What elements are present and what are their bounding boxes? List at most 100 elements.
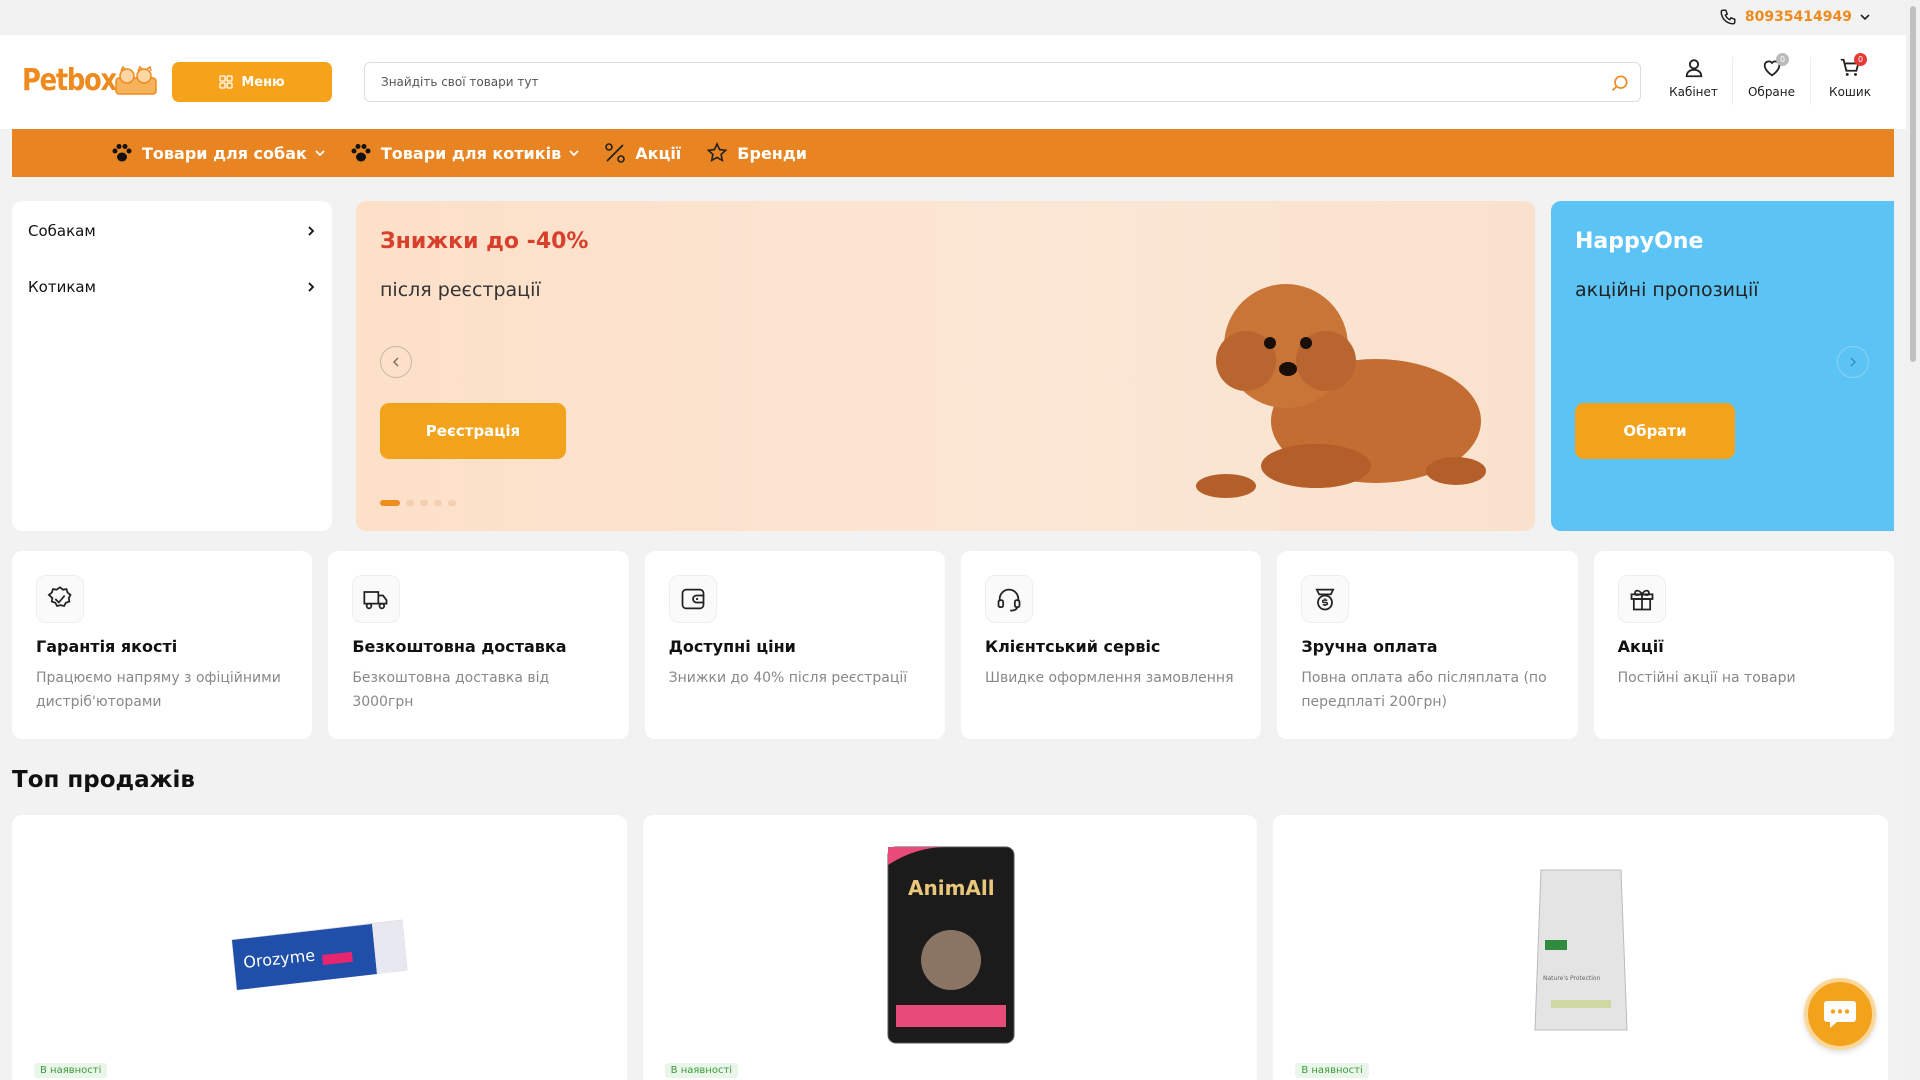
product-image[interactable]: Orozyme <box>222 910 412 1000</box>
nav-cats[interactable]: Товари для котиків <box>349 141 579 165</box>
product-card[interactable]: Orozyme В наявності <box>12 815 627 1080</box>
stock-badge: В наявності <box>34 1063 108 1078</box>
feature-text: Безкоштовна доставка від 3000грн <box>352 670 550 710</box>
percent-icon <box>605 143 626 163</box>
product-card[interactable]: AnimAll В наявності <box>642 815 1258 1080</box>
choose-button[interactable]: Обрати <box>1575 403 1735 459</box>
favorites-label: Обране <box>1747 85 1796 99</box>
feature-text: Працюємо напряму з офіційними дистріб'ют… <box>36 670 281 710</box>
banner-prev-button[interactable] <box>380 346 412 378</box>
money-icon <box>1315 588 1335 611</box>
paw-icon <box>112 144 132 162</box>
feature-text: Знижки до 40% після реєстрації <box>668 670 908 686</box>
user-icon <box>1685 59 1702 78</box>
chevron-down-icon <box>315 150 325 157</box>
cart-count-badge: 0 <box>1854 53 1867 66</box>
hero-banner-next: HappyOne акційні пропозиції Обрати <box>1551 201 1894 531</box>
carousel-dot[interactable] <box>448 500 456 506</box>
feature-icon-box <box>668 575 717 623</box>
chevron-right-icon <box>308 282 315 292</box>
account-link[interactable]: Кабінет <box>1655 57 1733 105</box>
logo[interactable]: Petbox <box>22 63 158 98</box>
gift-icon <box>1630 589 1654 611</box>
scrollbar-thumb[interactable] <box>1910 6 1916 362</box>
stock-badge: В наявності <box>664 1063 739 1078</box>
header-actions: Кабінет 0 Обране 0 Кошик <box>1655 53 1889 105</box>
register-button[interactable]: Реєстрація <box>380 403 566 459</box>
pets-logo-icon <box>115 65 157 95</box>
feature-text: Швидке оформлення замовлення <box>984 670 1234 686</box>
feature-card: Гарантія якості Працюємо напряму з офіці… <box>12 551 313 739</box>
header: Petbox Меню Кабінет 0 Обране 0 Кошик <box>0 35 1906 129</box>
favorites-count-badge: 0 <box>1776 53 1789 66</box>
product-image[interactable]: Nature's Protection <box>1531 860 1631 1035</box>
chat-button[interactable] <box>1804 978 1876 1050</box>
banner2-subtitle: акційні пропозиції <box>1575 279 1759 301</box>
hero-banner: Знижки до -40% після реєстрації Реєстрац… <box>356 201 1535 531</box>
chevron-left-icon <box>393 357 399 367</box>
nav-brands[interactable]: Бренди <box>705 141 807 165</box>
carousel-dot[interactable] <box>420 500 428 506</box>
product-image[interactable]: AnimAll <box>886 845 1016 1045</box>
feature-icon-box <box>352 575 401 623</box>
search-icon[interactable] <box>1610 73 1630 93</box>
product-list: Orozyme В наявності AnimAll В наявності … <box>12 815 1889 1080</box>
wallet-icon <box>681 588 705 610</box>
banner-subtitle: після реєстрації <box>380 279 541 301</box>
phone-icon <box>1720 9 1736 25</box>
menu-label: Меню <box>241 74 285 90</box>
feature-title: Доступні ціни <box>668 637 796 656</box>
headset-icon <box>997 588 1021 612</box>
chevron-right-icon <box>308 226 315 236</box>
sidebar-item-label: Собакам <box>28 222 96 240</box>
search-box <box>364 62 1641 102</box>
sidebar-item-label: Котикам <box>28 278 96 296</box>
favorites-link[interactable]: 0 Обране <box>1733 53 1811 105</box>
account-label: Кабінет <box>1669 85 1718 99</box>
main-nav: Товари для собак Товари для котиків Акці… <box>12 129 1894 177</box>
carousel-dots <box>380 500 456 506</box>
page-scrollbar[interactable] <box>1906 0 1920 1080</box>
chevron-down-icon <box>569 150 579 157</box>
carousel-dot[interactable] <box>406 500 414 506</box>
top-bar: 80935414949 <box>0 0 1906 35</box>
nav-promotions-label: Акції <box>635 143 682 163</box>
menu-button[interactable]: Меню <box>172 62 332 102</box>
feature-icon-box <box>984 575 1033 623</box>
feature-title: Гарантія якості <box>36 637 178 656</box>
feature-card: Доступні ціни Знижки до 40% після реєстр… <box>644 551 945 739</box>
features-row: Гарантія якості Працюємо напряму з офіці… <box>12 551 1894 739</box>
feature-icon-box <box>1301 575 1350 623</box>
feature-title: Клієнтський сервіс <box>984 637 1161 656</box>
truck-icon <box>363 591 388 610</box>
feature-card: Клієнтський сервіс Швидке оформлення зам… <box>960 551 1262 739</box>
carousel-dot[interactable] <box>434 500 442 506</box>
phone-dropdown[interactable]: 80935414949 <box>1719 8 1870 26</box>
cart-link[interactable]: 0 Кошик <box>1811 53 1889 105</box>
product-card[interactable]: Nature's Protection В наявності <box>1273 815 1889 1080</box>
cart-label: Кошик <box>1829 85 1871 99</box>
top-sales-title: Топ продажів <box>12 767 195 793</box>
stock-badge: В наявності <box>1295 1063 1369 1078</box>
feature-title: Безкоштовна доставка <box>352 637 567 656</box>
feature-icon-box <box>1617 575 1666 623</box>
banner-next-button[interactable] <box>1837 346 1869 378</box>
chevron-right-icon <box>1850 357 1856 367</box>
phone-number[interactable]: 80935414949 <box>1745 9 1852 25</box>
sidebar-item-dogs[interactable]: Собакам <box>12 203 332 259</box>
chevron-down-icon <box>1860 14 1870 21</box>
grid-icon <box>219 75 233 89</box>
dog-image <box>1196 284 1486 498</box>
banner-title: Знижки до -40% <box>380 229 589 254</box>
feature-card: Безкоштовна доставка Безкоштовна доставк… <box>328 551 629 739</box>
nav-dogs[interactable]: Товари для собак <box>110 141 325 165</box>
svg-text:Nature's Protection: Nature's Protection <box>1543 975 1601 982</box>
svg-text:AnimAll: AnimAll <box>908 876 995 900</box>
carousel-dot[interactable] <box>380 500 400 506</box>
search-input[interactable] <box>381 63 1601 101</box>
sidebar-item-cats[interactable]: Котикам <box>12 259 332 315</box>
chat-icon <box>1824 1001 1856 1028</box>
category-sidebar: Собакам Котикам <box>12 201 332 531</box>
star-icon <box>706 142 728 162</box>
nav-promotions[interactable]: Акції <box>603 141 681 165</box>
